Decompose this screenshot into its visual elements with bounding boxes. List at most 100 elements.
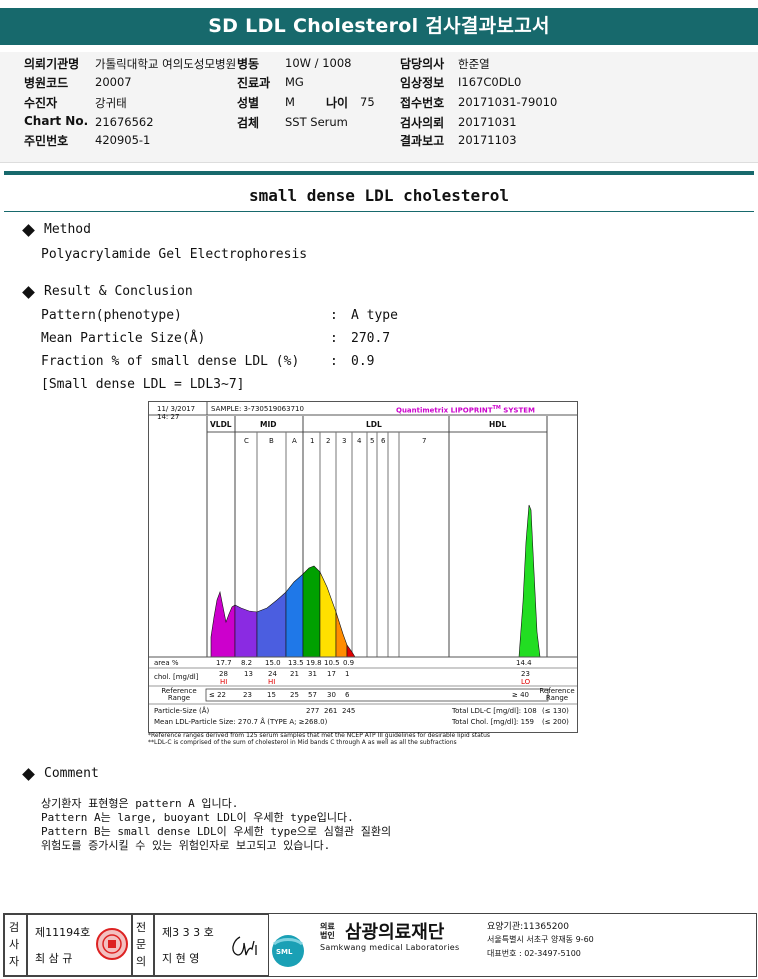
ldl3-area xyxy=(335,611,348,658)
examiner-name: 최 삼 규 xyxy=(35,952,73,965)
org-name-en: Samkwang medical Laboratories xyxy=(320,943,460,952)
area-row-label: area % xyxy=(154,659,179,667)
total-ldl-ref: (≤ 130) xyxy=(542,707,569,715)
diamond-bullet-icon xyxy=(22,768,35,781)
mid-a-area xyxy=(285,573,304,658)
band-6: 6 xyxy=(381,437,386,445)
specialist-box: 제3 3 3 호 지 현 영 xyxy=(153,914,269,976)
brand-tail: SYSTEM xyxy=(500,406,535,415)
chart-footnote: *Reference ranges derived from 125 serum… xyxy=(148,732,491,739)
ref-row-label: Reference Range xyxy=(161,687,197,702)
lipoprint-chart: 11/ 3/2017 14: 27 SAMPLE: 3-730519063710… xyxy=(148,401,578,733)
band-2: 2 xyxy=(326,437,331,445)
institution-code: 요양기관:11365200 xyxy=(487,922,569,932)
method-heading: Method xyxy=(44,222,91,237)
info-value: 강귀태 xyxy=(95,96,127,110)
band-5: 5 xyxy=(370,437,375,445)
info-value: SST Serum xyxy=(285,115,348,129)
flag-hi: HI xyxy=(268,678,276,686)
mean-size-text: Mean LDL-Particle Size: 270.7 Å (TYPE A;… xyxy=(154,718,328,726)
result-label: Mean Particle Size(Å) xyxy=(41,331,206,346)
info-value: 420905-1 xyxy=(95,133,151,147)
specialist-name: 지 현 영 xyxy=(162,952,200,965)
info-value: 21676562 xyxy=(95,115,154,129)
info-label: 병동 xyxy=(237,57,260,71)
seal-icon xyxy=(96,928,128,960)
info-label: 검체 xyxy=(237,116,260,130)
section-divider xyxy=(4,171,754,175)
chol-value: 23 xyxy=(521,670,530,678)
result-value: 0.9 xyxy=(351,354,375,369)
info-value: 75 xyxy=(360,95,375,109)
chol-row-label: chol. [mg/dl] xyxy=(154,673,199,681)
info-label: 주민번호 xyxy=(24,134,69,148)
patient-info-panel: 의뢰기관명 가톨릭대학교 여의도성모병원 병원코드 20007 수진자 강귀태 … xyxy=(0,52,758,163)
brand-text: Quantimetrix LIPOPRINT xyxy=(396,406,493,415)
address: 서울특별시 서초구 양재동 9-60 xyxy=(487,935,594,944)
vldl-peak xyxy=(210,590,236,658)
band-7: 7 xyxy=(422,437,427,445)
chart-footnote: **LDL-C is comprised of the sum of chole… xyxy=(148,739,457,746)
signature-icon xyxy=(232,936,257,956)
flag-hi: HI xyxy=(220,678,228,686)
band-a: A xyxy=(292,437,297,445)
section-underline xyxy=(4,211,754,212)
phone: 대표번호 : 02-3497-5100 xyxy=(487,949,581,958)
info-label: 수진자 xyxy=(24,96,58,110)
ref-value: 25 xyxy=(290,691,299,699)
info-label: 병원코드 xyxy=(24,76,69,90)
info-value: 한준열 xyxy=(458,57,490,71)
info-value: I167C0DL0 xyxy=(458,75,522,89)
mid-c-area xyxy=(234,604,258,658)
info-value: 20171031 xyxy=(458,115,517,129)
examiner-cell: 검사자 xyxy=(4,914,28,976)
info-label: 성별 xyxy=(237,96,260,110)
info-value: 가톨릭대학교 여의도성모병원 xyxy=(95,57,237,71)
area-value: 8.2 xyxy=(241,659,253,667)
ref-value: ≤ 22 xyxy=(209,691,226,699)
area-value: 0.9 xyxy=(343,659,355,667)
logo-text: SML xyxy=(276,948,293,956)
chol-value: 1 xyxy=(345,670,350,678)
sample-id: SAMPLE: 3-730519063710 xyxy=(211,405,304,413)
band-4: 4 xyxy=(357,437,362,445)
org-name: 삼광의료재단 xyxy=(345,922,445,943)
comment-line: 위험도를 증가시킬 수 있는 위험인자로 보고되고 있습니다. xyxy=(41,839,331,852)
lipoprint-brand: Quantimetrix LIPOPRINTTM SYSTEM xyxy=(396,405,535,414)
info-label: 결과보고 xyxy=(400,134,445,148)
result-value: 270.7 xyxy=(351,331,391,346)
method-text: Polyacrylamide Gel Electrophoresis xyxy=(41,247,308,262)
chol-value: 13 xyxy=(244,670,253,678)
hdl-label: HDL xyxy=(489,420,507,429)
chart-date: 11/ 3/2017 xyxy=(157,405,196,413)
band-b: B xyxy=(269,437,274,445)
info-label: 진료과 xyxy=(237,76,271,90)
diamond-bullet-icon xyxy=(22,286,35,299)
total-ldl: Total LDL-C [mg/dl]: 108 xyxy=(452,707,537,715)
chol-value: 28 xyxy=(219,670,228,678)
band-3: 3 xyxy=(342,437,347,445)
mid-label: MID xyxy=(260,420,277,429)
specialist-cell: 전문의 xyxy=(131,914,155,976)
area-value: 17.7 xyxy=(216,659,232,667)
result-colon: : xyxy=(330,308,338,323)
ps-value: 245 xyxy=(342,707,356,715)
signature-footer: 검사자 제11194호 최 삼 규 전문의 제3 3 3 호 지 현 영 SML… xyxy=(3,913,757,977)
examiner-box: 제11194호 최 삼 규 xyxy=(26,914,133,976)
ldl1-area xyxy=(302,565,321,658)
ref-value: 30 xyxy=(327,691,336,699)
chol-value: 24 xyxy=(268,670,277,678)
specialist-license: 제3 3 3 호 xyxy=(162,926,214,939)
comment-heading: Comment xyxy=(44,766,99,781)
chol-value: 31 xyxy=(308,670,317,678)
org-type: 의료법인 xyxy=(320,922,335,940)
ref-value: 57 xyxy=(308,691,317,699)
hdl-peak xyxy=(518,504,541,658)
info-label: 담당의사 xyxy=(400,57,445,71)
ldl-label: LDL xyxy=(366,420,382,429)
info-value: 20171103 xyxy=(458,133,517,147)
info-value: 20171031-79010 xyxy=(458,95,558,109)
result-note: [Small dense LDL = LDL3~7] xyxy=(41,377,245,392)
chol-value: 17 xyxy=(327,670,336,678)
info-value: M xyxy=(285,95,295,109)
